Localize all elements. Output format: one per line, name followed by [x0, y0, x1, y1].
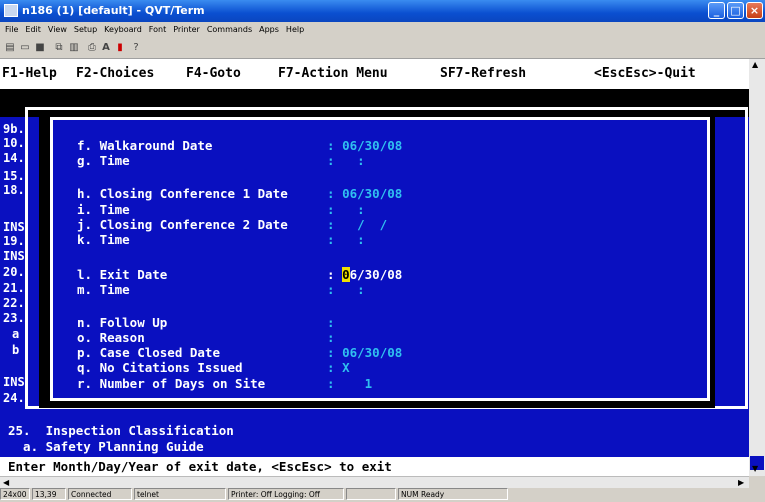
row-num: 18. — [3, 183, 25, 197]
field-label: h. Closing Conference 1 Date — [77, 186, 288, 201]
closing-dates-dialog: f. Walkaround Date : 06/30/08 g. Time : … — [50, 117, 710, 401]
row-num: INS — [3, 249, 25, 263]
field-label: l. Exit Date — [77, 267, 168, 282]
menu-printer[interactable]: Printer — [173, 25, 200, 34]
font-icon[interactable]: A — [100, 42, 112, 54]
row-num: INS — [3, 375, 25, 389]
reason-field[interactable]: : — [327, 330, 342, 345]
row-num: 21. — [3, 281, 25, 295]
scroll-up-icon[interactable]: ▲ — [752, 60, 758, 69]
field-label: m. Time — [77, 282, 130, 297]
row-num: 15. — [3, 169, 25, 183]
window-title: n186 (1) [default] - QVT/Term — [22, 4, 205, 17]
status-empty — [346, 488, 396, 500]
field-label: o. Reason — [77, 330, 145, 345]
field-label: k. Time — [77, 232, 130, 247]
fkey-action-menu[interactable]: F7-Action Menu — [278, 66, 388, 81]
field-label: f. Walkaround Date — [77, 138, 213, 153]
fkey-goto[interactable]: F4-Goto — [186, 66, 241, 81]
row-num: 10. — [3, 136, 25, 150]
field-label: j. Closing Conference 2 Date — [77, 217, 288, 232]
menu-apps[interactable]: Apps — [259, 25, 279, 34]
days-on-site-field[interactable]: : 1 — [327, 376, 372, 391]
walkaround-date-field[interactable]: : 06/30/08 — [327, 138, 402, 153]
closing-conf1-time-field[interactable]: : : — [327, 202, 365, 217]
status-connection: Connected — [68, 488, 132, 500]
fkey-choices[interactable]: F2-Choices — [76, 66, 154, 81]
section-heading: 25. Inspection Classification — [8, 423, 234, 438]
walkaround-time-field[interactable]: : : — [327, 153, 365, 168]
app-icon — [4, 4, 18, 17]
row-num: 22. — [3, 296, 25, 310]
function-key-bar: F1-Help F2-Choices F4-Goto F7-Action Men… — [0, 59, 749, 89]
menu-view[interactable]: View — [48, 25, 67, 34]
section-subitem: a. Safety Planning Guide — [8, 439, 204, 454]
menu-file[interactable]: File — [5, 25, 18, 34]
row-num: a — [12, 327, 20, 341]
exit-date-field[interactable]: : 06/30/08 — [327, 267, 402, 282]
new-icon[interactable]: ▤ — [4, 42, 16, 54]
close-button[interactable]: × — [746, 2, 763, 19]
save-icon[interactable]: ■ — [34, 42, 46, 54]
menu-keyboard[interactable]: Keyboard — [104, 25, 142, 34]
help-icon[interactable]: ? — [130, 42, 142, 54]
case-closed-date-field[interactable]: : 06/30/08 — [327, 345, 402, 360]
paste-icon[interactable]: ▥ — [68, 42, 80, 54]
status-printer: Printer: Off Logging: Off — [228, 488, 344, 500]
maximize-button[interactable]: □ — [727, 2, 744, 19]
follow-up-field[interactable]: : — [327, 315, 342, 330]
status-size: 24x00 — [0, 488, 30, 500]
status-bar: 24x00 13,39 Connected telnet Printer: Of… — [0, 487, 765, 502]
fkey-help[interactable]: F1-Help — [2, 66, 57, 81]
prompt-line: Enter Month/Day/Year of exit date, <EscE… — [0, 457, 749, 476]
closing-conf2-date-field[interactable]: : / / — [327, 217, 387, 232]
row-num: 20. — [3, 265, 25, 279]
menu-bar: File Edit View Setup Keyboard Font Printer Comm… — [0, 22, 765, 38]
closing-conf1-date-field[interactable]: : 06/30/08 — [327, 186, 402, 201]
field-label: p. Case Closed Date — [77, 345, 220, 360]
row-num: 23. — [3, 311, 25, 325]
menu-commands[interactable]: Commands — [207, 25, 252, 34]
toolbar: ▤ ▭ ■ ⧉ ▥ ⎙ A ▮ ? — [0, 38, 765, 59]
text-cursor: 0 — [342, 267, 350, 282]
closing-conf2-time-field[interactable]: : : — [327, 232, 365, 247]
scroll-down-icon[interactable]: ▼ — [752, 464, 758, 473]
minimize-button[interactable]: _ — [708, 2, 725, 19]
menu-setup[interactable]: Setup — [74, 25, 97, 34]
row-num: 24. — [3, 391, 25, 405]
status-protocol: telnet — [134, 488, 226, 500]
row-num: b — [12, 343, 20, 357]
menu-font[interactable]: Font — [149, 25, 166, 34]
row-num: 14. — [3, 151, 25, 165]
field-label: g. Time — [77, 153, 130, 168]
exit-time-field[interactable]: : : — [327, 282, 365, 297]
menu-edit[interactable]: Edit — [25, 25, 41, 34]
print-icon[interactable]: ⎙ — [86, 42, 98, 54]
field-label: q. No Citations Issued — [77, 360, 243, 375]
vertical-scrollbar[interactable]: ▲ ▼ — [749, 59, 765, 476]
colors-icon[interactable]: ▮ — [114, 42, 126, 54]
row-num: INS — [3, 220, 25, 234]
no-citations-field[interactable]: : X — [327, 360, 350, 375]
title-bar: n186 (1) [default] - QVT/Term _ □ × — [0, 0, 765, 22]
menu-help[interactable]: Help — [286, 25, 304, 34]
field-label: n. Follow Up — [77, 315, 168, 330]
field-label: i. Time — [77, 202, 130, 217]
row-num: 9b. — [3, 122, 25, 136]
terminal-screen[interactable]: F1-Help F2-Choices F4-Goto F7-Action Men… — [0, 59, 749, 476]
fkey-refresh[interactable]: SF7-Refresh — [440, 66, 526, 81]
copy-icon[interactable]: ⧉ — [53, 42, 65, 54]
row-num: 19. — [3, 234, 25, 248]
status-num-ready: NUM Ready — [398, 488, 508, 500]
field-label: r. Number of Days on Site — [77, 376, 266, 391]
fkey-quit[interactable]: <EscEsc>-Quit — [594, 66, 696, 81]
status-cursor-pos: 13,39 — [32, 488, 66, 500]
open-icon[interactable]: ▭ — [19, 42, 31, 54]
